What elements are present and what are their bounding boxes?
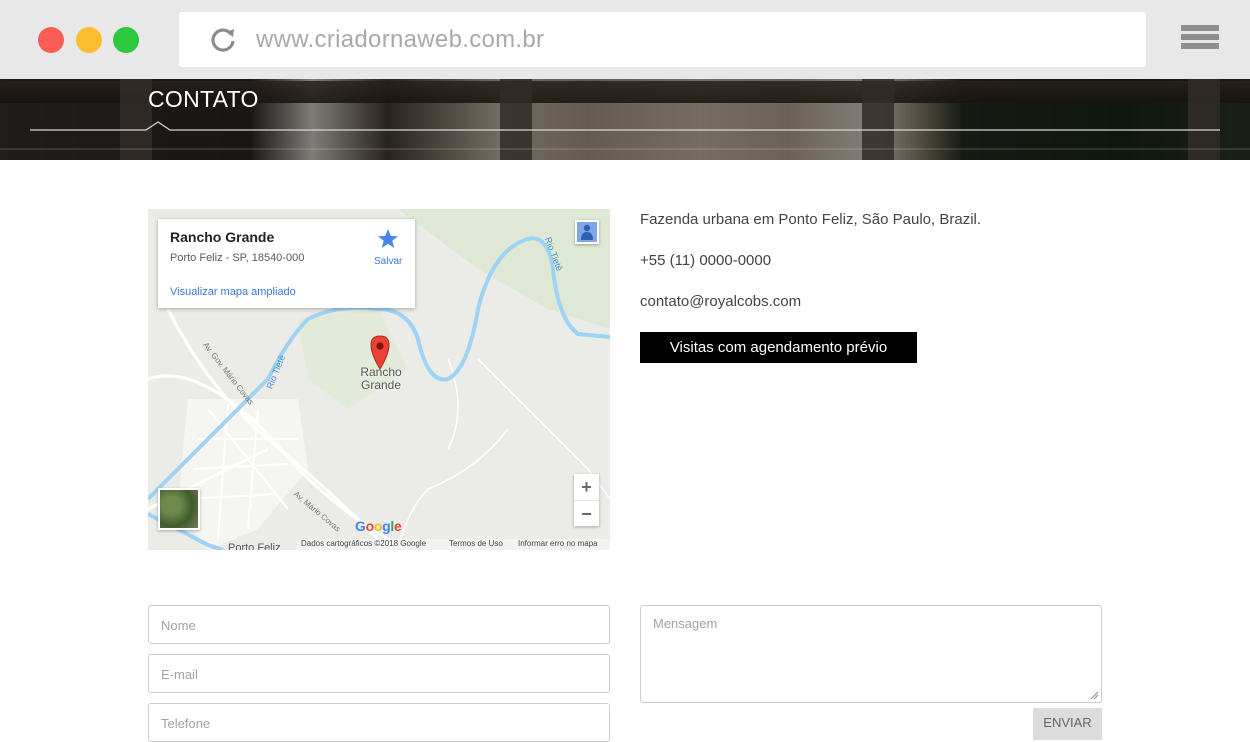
zoom-in-button[interactable]: + [574, 474, 599, 500]
maximize-window-button[interactable] [113, 27, 139, 53]
zoom-controls: + − [574, 474, 599, 526]
resize-handle-icon[interactable] [1090, 691, 1099, 700]
street-view-pegman-icon[interactable] [575, 220, 599, 244]
name-field[interactable]: Nome [148, 605, 610, 644]
google-logo: Google [355, 518, 402, 534]
send-button[interactable]: ENVIAR [1033, 708, 1102, 740]
report-error-link[interactable]: Informar erro no mapa [518, 539, 598, 548]
phone-text: +55 (11) 0000-0000 [640, 252, 772, 269]
hamburger-menu-icon[interactable] [1181, 25, 1219, 55]
phone-placeholder: Telefone [161, 716, 211, 731]
email-placeholder: E-mail [161, 667, 198, 682]
address-text: Fazenda urbana em Ponto Feliz, São Paulo… [640, 211, 982, 228]
url-text[interactable]: www.criadornaweb.com.br [256, 26, 544, 54]
town-label: Porto Feliz [228, 542, 281, 550]
place-info-card: Rancho Grande Porto Feliz - SP, 18540-00… [158, 219, 415, 308]
google-map[interactable]: Rio Tietê Rio Tietê Av. Gov. Mário Covas… [148, 209, 610, 550]
email-field[interactable]: E-mail [148, 654, 610, 693]
save-place-button[interactable]: Salvar [374, 256, 402, 267]
minimize-window-button[interactable] [76, 27, 102, 53]
zoom-out-button[interactable]: − [574, 500, 599, 527]
place-name: Rancho Grande [170, 229, 275, 245]
message-placeholder: Mensagem [653, 616, 718, 631]
name-placeholder: Nome [161, 618, 196, 633]
map-data-attribution: Dados cartográficos ©2018 Google [301, 539, 427, 548]
terms-link[interactable]: Termos de Uso [449, 539, 503, 548]
page-title: CONTATO [148, 86, 259, 112]
close-window-button[interactable] [38, 27, 64, 53]
reload-icon[interactable] [209, 26, 237, 54]
hero-banner: CONTATO [0, 79, 1250, 160]
place-address: Porto Feliz - SP, 18540-000 [170, 252, 305, 264]
message-field[interactable]: Mensagem [640, 605, 1102, 703]
phone-field[interactable]: Telefone [148, 703, 610, 742]
email-text: contato@royalcobs.com [640, 293, 802, 310]
star-icon[interactable] [376, 227, 400, 251]
map-attribution-bar: Dados cartográficos ©2018 Google Termos … [297, 539, 610, 550]
satellite-view-toggle[interactable] [158, 488, 200, 530]
scheduled-visits-button[interactable]: Visitas com agendamento prévio [640, 332, 917, 363]
enlarge-map-link[interactable]: Visualizar mapa ampliado [170, 286, 296, 298]
address-bar[interactable]: www.criadornaweb.com.br [179, 12, 1146, 67]
browser-toolbar: www.criadornaweb.com.br [0, 0, 1250, 79]
marker-label: Rancho Grande [360, 365, 402, 392]
